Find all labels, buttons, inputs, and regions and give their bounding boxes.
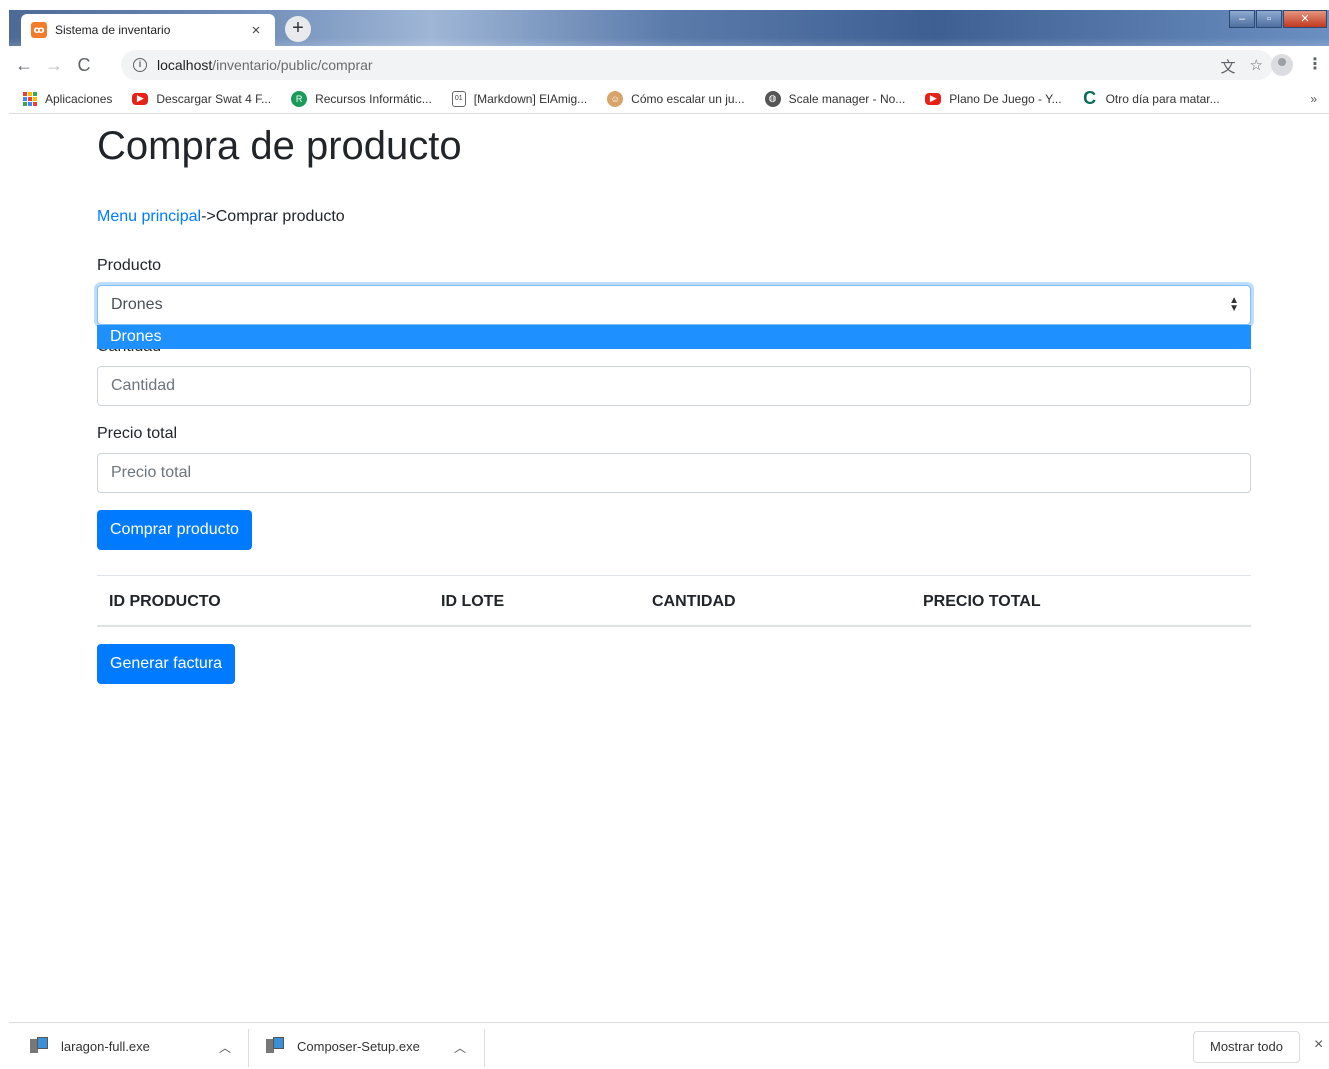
- download-item[interactable]: laragon-full.exe: [29, 1023, 150, 1069]
- url-path: /inventario/public/comprar: [212, 57, 373, 73]
- producto-option-drones[interactable]: Drones: [97, 325, 1251, 349]
- bookmark-item-aplicaciones[interactable]: Aplicaciones: [23, 91, 113, 106]
- bookmark-label: [Markdown] ElAmig...: [473, 91, 588, 106]
- precio-total-label: Precio total: [97, 425, 178, 442]
- download-item[interactable]: Composer-Setup.exe: [265, 1023, 420, 1069]
- new-tab-button[interactable]: +: [285, 16, 311, 42]
- bookmark-label: Otro día para matar...: [1105, 91, 1220, 106]
- translate-icon[interactable]: ⽂: [1221, 56, 1236, 77]
- installer-file-icon: [265, 1037, 284, 1055]
- url-host: localhost: [157, 57, 213, 73]
- bookmark-item-scale-manager[interactable]: ◍ Scale manager - No...: [764, 90, 906, 107]
- purchase-table-header: ID PRODUCTO ID LOTE CANTIDAD PRECIO TOTA…: [97, 575, 1251, 627]
- kebab-menu-icon[interactable]: ⋮: [1307, 54, 1323, 74]
- bookmark-label: Plano De Juego - Y...: [949, 91, 1062, 106]
- download-filename: laragon-full.exe: [61, 1038, 150, 1054]
- column-header-cantidad: CANTIDAD: [652, 593, 736, 610]
- bookmark-item-plano[interactable]: ▶ Plano De Juego - Y...: [925, 91, 1062, 106]
- window-titlebar: ꝏ Sistema de inventario × + – ▫ ✕: [9, 10, 1329, 46]
- comprar-producto-button[interactable]: Comprar producto: [97, 510, 252, 550]
- document-icon: 01: [451, 90, 466, 107]
- bookmarks-overflow-icon[interactable]: »: [1310, 92, 1317, 106]
- column-header-id-lote: ID LOTE: [441, 593, 505, 610]
- bookmark-star-icon[interactable]: ☆: [1250, 56, 1263, 77]
- url-text: localhost/inventario/public/comprar: [157, 57, 373, 73]
- url-input[interactable]: i localhost/inventario/public/comprar ⽂ …: [121, 50, 1273, 80]
- window-controls: – ▫ ✕: [1228, 10, 1327, 28]
- close-shelf-icon[interactable]: ×: [1314, 1036, 1323, 1054]
- download-shelf: laragon-full.exe ︿ Composer-Setup.exe ︿ …: [9, 1022, 1329, 1068]
- bookmark-item-markdown[interactable]: 01 [Markdown] ElAmig...: [451, 90, 588, 107]
- bookmark-label: Descargar Swat 4 F...: [156, 91, 272, 106]
- minimize-icon[interactable]: –: [1229, 10, 1255, 28]
- c-logo-icon: C: [1083, 88, 1097, 108]
- main-content: Compra de producto Menu principal->Compr…: [97, 114, 1251, 684]
- bookmark-item-recursos[interactable]: R Recursos Informátic...: [291, 90, 432, 107]
- apps-grid-icon: [23, 91, 37, 106]
- breadcrumb-link-menu[interactable]: Menu principal: [97, 208, 201, 225]
- bookmark-label: Cómo escalar un ju...: [631, 91, 745, 106]
- generar-factura-button[interactable]: Generar factura: [97, 644, 236, 684]
- profile-avatar-icon[interactable]: [1271, 54, 1293, 76]
- buy-button-row: Comprar producto: [97, 510, 1251, 550]
- xampp-favicon-icon: ꝏ: [31, 22, 47, 38]
- youtube-icon: ▶: [132, 92, 149, 105]
- bookmarks-bar: Aplicaciones ▶ Descargar Swat 4 F... R R…: [9, 84, 1329, 114]
- forward-arrow-icon[interactable]: →: [39, 55, 69, 76]
- download-divider: [248, 1029, 249, 1067]
- producto-group: Producto Drones ▲ ▼ Drones: [97, 257, 1251, 349]
- download-divider: [484, 1029, 485, 1067]
- chevron-up-icon[interactable]: ︿: [454, 1039, 466, 1056]
- bookmark-label: Recursos Informátic...: [315, 91, 432, 106]
- reload-icon[interactable]: C: [69, 55, 99, 76]
- breadcrumb-separator: ->: [201, 208, 216, 225]
- precio-total-group: Precio total Precio total: [97, 425, 1251, 493]
- show-all-downloads-button[interactable]: Mostrar todo: [1193, 1031, 1300, 1063]
- download-filename: Composer-Setup.exe: [297, 1038, 420, 1054]
- breadcrumb: Menu principal->Comprar producto: [97, 208, 1251, 226]
- invoice-button-row: Generar factura: [97, 644, 1251, 684]
- producto-selected-value: Drones: [111, 296, 163, 313]
- select-updown-icon: ▲ ▼: [1229, 295, 1239, 314]
- bookmark-label: Aplicaciones: [45, 91, 113, 106]
- chevron-up-icon[interactable]: ︿: [219, 1039, 231, 1056]
- back-arrow-icon[interactable]: ←: [9, 55, 39, 76]
- face-icon: ☺: [607, 90, 624, 107]
- column-header-precio-total: PRECIO TOTAL: [923, 593, 1041, 610]
- precio-total-input[interactable]: Precio total: [97, 453, 1251, 493]
- globe-icon: ◍: [764, 90, 781, 107]
- bookmark-item-escalar[interactable]: ☺ Cómo escalar un ju...: [607, 90, 745, 107]
- bookmark-label: Scale manager - No...: [788, 91, 906, 106]
- recursos-icon: R: [291, 90, 308, 107]
- cantidad-input[interactable]: Cantidad: [97, 366, 1251, 406]
- installer-file-icon: [29, 1037, 48, 1055]
- producto-label: Producto: [97, 257, 162, 274]
- tab-title: Sistema de inventario: [55, 23, 171, 37]
- page-title: Compra de producto: [97, 124, 462, 168]
- producto-select[interactable]: Drones: [97, 285, 1251, 325]
- producto-select-wrap: Drones ▲ ▼ Drones: [97, 285, 1251, 349]
- breadcrumb-current: Comprar producto: [215, 208, 345, 225]
- window-close-icon[interactable]: ✕: [1283, 10, 1327, 28]
- maximize-icon[interactable]: ▫: [1256, 10, 1282, 28]
- bookmark-item-swat[interactable]: ▶ Descargar Swat 4 F...: [132, 92, 271, 106]
- column-header-id-producto: ID PRODUCTO: [109, 593, 221, 610]
- info-icon[interactable]: i: [133, 58, 147, 72]
- bookmark-item-otro-dia[interactable]: C Otro día para matar...: [1082, 88, 1220, 108]
- omnibox-actions: ⽂ ☆: [1221, 56, 1263, 77]
- tab-close-icon[interactable]: ×: [247, 22, 265, 39]
- address-bar: ← → C i localhost/inventario/public/comp…: [9, 46, 1329, 84]
- youtube-icon: ▶: [925, 92, 942, 105]
- browser-tab[interactable]: ꝏ Sistema de inventario ×: [21, 14, 275, 46]
